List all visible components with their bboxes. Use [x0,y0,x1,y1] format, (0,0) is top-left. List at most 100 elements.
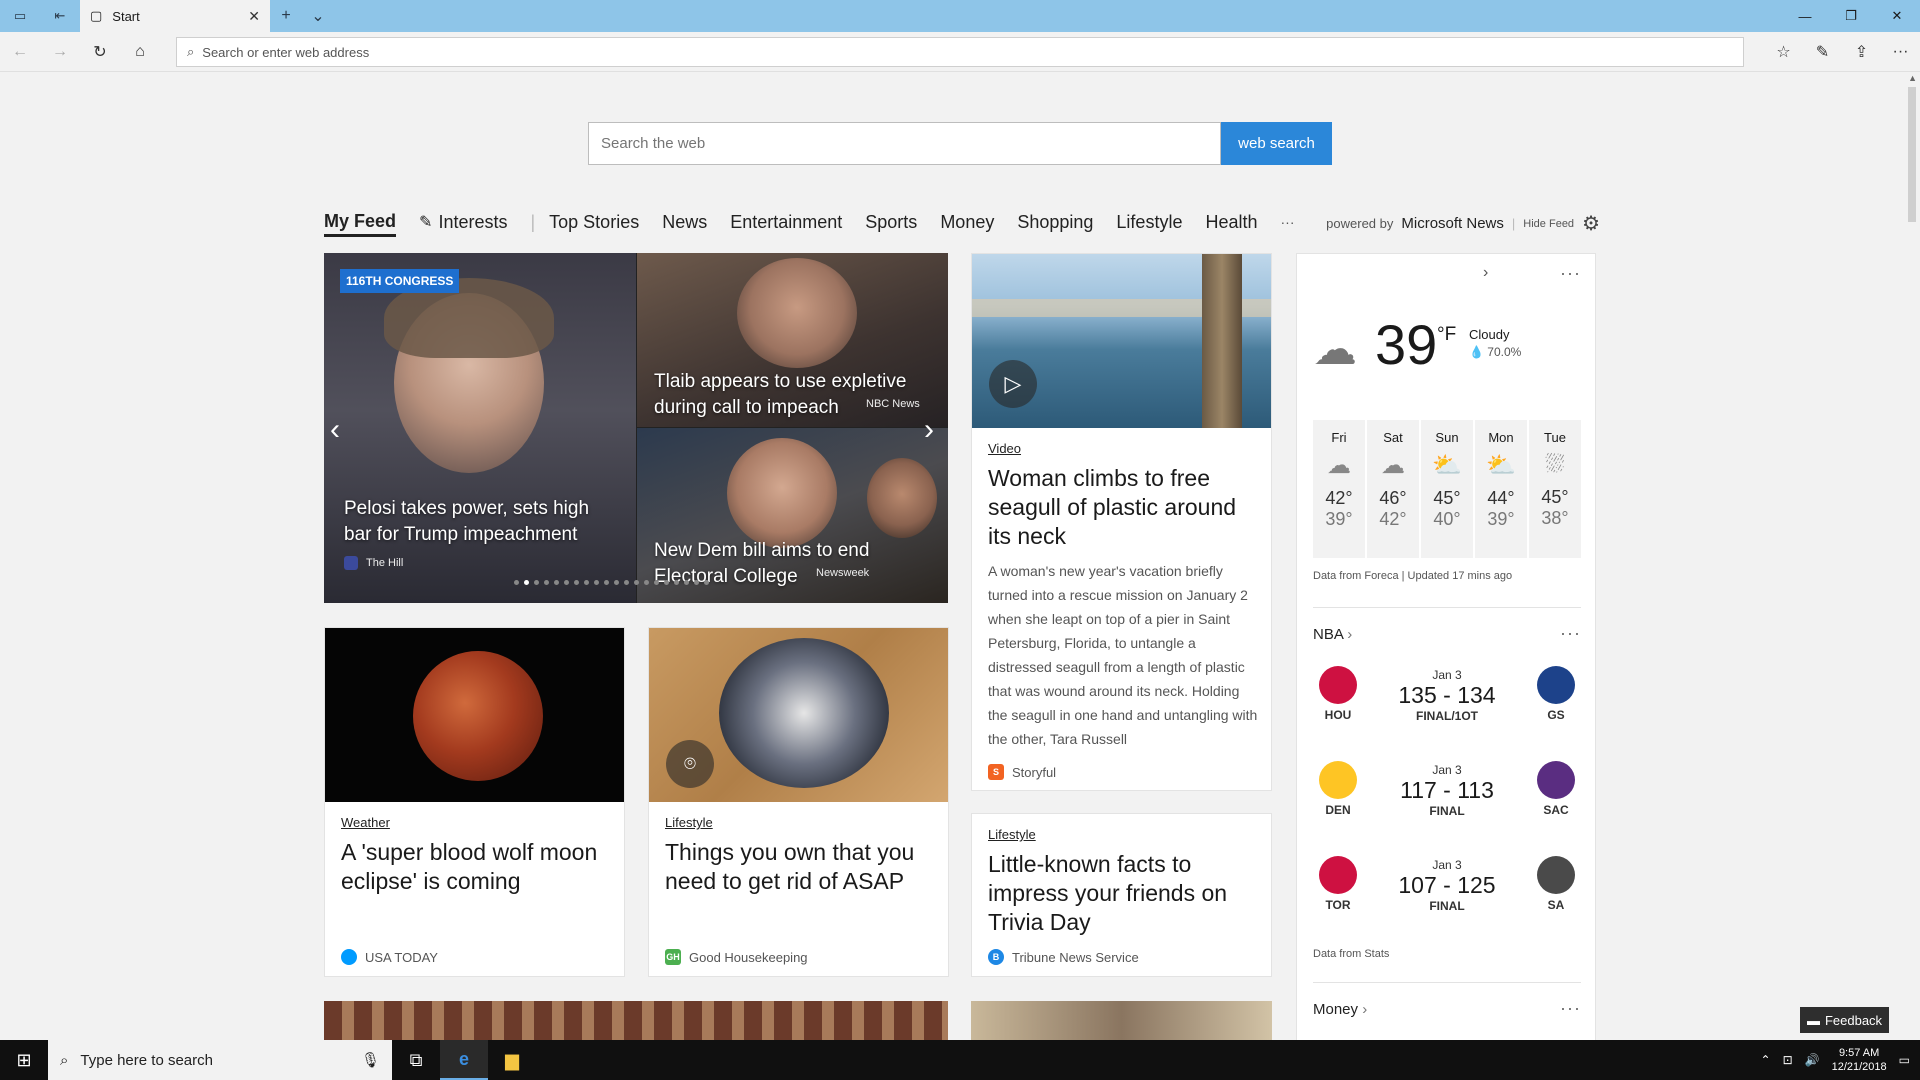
hero-top-title[interactable]: Tlaib appears to use expletive during ca… [654,369,914,421]
carousel-dot[interactable] [634,580,639,585]
volume-icon[interactable]: 🔊 [1805,1053,1820,1067]
carousel-dot[interactable] [594,580,599,585]
microsoft-news-link[interactable]: Microsoft News [1401,215,1504,232]
carousel-dot[interactable] [534,580,539,585]
away-team[interactable]: GS [1531,666,1581,722]
scroll-up-icon[interactable]: ▲ [1908,73,1917,83]
video-thumbnail-image[interactable]: ▷ [972,254,1271,428]
tab-lifestyle[interactable]: Lifestyle [1116,212,1182,233]
title-bar-drag-area[interactable] [334,0,1782,32]
home-team[interactable]: DEN [1313,761,1363,817]
notifications-icon[interactable]: ▭ [1899,1053,1910,1067]
back-icon[interactable]: ← [0,32,40,72]
card-category[interactable]: Lifestyle [988,827,1036,842]
hide-feed-link[interactable]: Hide Feed [1523,218,1574,230]
weather-more-icon[interactable]: ··· [1560,263,1581,284]
task-view-icon[interactable]: ⧉ [392,1040,440,1080]
carousel-dot[interactable] [604,580,609,585]
carousel-dots[interactable] [514,580,709,585]
article-card[interactable]: Weather A 'super blood wolf moon eclipse… [324,627,625,977]
show-hidden-icons-icon[interactable]: ⌃ [1761,1053,1771,1067]
tab-news[interactable]: News [662,212,707,233]
forecast-day[interactable]: Mon ⛅ 44° 39° [1475,420,1527,558]
carousel-dot[interactable] [564,580,569,585]
forecast-day[interactable]: Sat ☁ 46° 42° [1367,420,1419,558]
article-image-partial[interactable] [324,1001,948,1040]
home-team[interactable]: TOR [1313,856,1363,912]
forecast-day[interactable]: Sun ⛅ 45° 40° [1421,420,1473,558]
web-search-input[interactable] [588,122,1221,165]
microphone-icon[interactable]: 🎙 [361,1051,380,1069]
tab-money[interactable]: Money [940,212,994,233]
carousel-dot[interactable] [674,580,679,585]
gear-icon[interactable]: ⚙ [1582,211,1600,236]
nba-more-icon[interactable]: ··· [1560,623,1581,644]
carousel-prev-icon[interactable]: ‹ [330,413,340,447]
edge-browser-icon[interactable]: e [440,1040,488,1080]
tab-preview-chevron-icon[interactable]: ⌄ [302,0,334,32]
away-team[interactable]: SA [1531,856,1581,912]
refresh-icon[interactable]: ↻ [80,32,120,72]
tab-actions-icon[interactable]: ▭ [0,0,40,32]
game-score[interactable]: DEN Jan 3 117 - 113 FINAL SAC [1313,757,1581,837]
carousel-dot[interactable] [574,580,579,585]
address-bar[interactable]: ⌕ Search or enter web address [176,37,1744,67]
weather-next-icon[interactable]: › [1483,264,1488,282]
favorites-icon[interactable]: ☆ [1764,32,1803,72]
close-window-icon[interactable]: ✕ [1874,0,1920,32]
close-tab-icon[interactable]: ✕ [248,8,260,25]
play-icon[interactable]: ▷ [989,360,1037,408]
minimize-icon[interactable]: — [1782,0,1828,32]
forecast-day[interactable]: Fri ☁ 42° 39° [1313,420,1365,558]
restore-icon[interactable]: ❐ [1828,0,1874,32]
carousel-dot[interactable] [654,580,659,585]
more-options-icon[interactable]: ··· [1881,32,1920,72]
carousel-next-icon[interactable]: › [924,413,934,447]
carousel-dot[interactable] [624,580,629,585]
article-card[interactable]: Lifestyle Little-known facts to impress … [971,813,1272,977]
scroll-thumb[interactable] [1908,87,1916,222]
home-team[interactable]: HOU [1313,666,1363,722]
web-search-button[interactable]: web search [1221,122,1332,165]
set-aside-tabs-icon[interactable]: ⇤ [40,0,80,32]
carousel-dot[interactable] [684,580,689,585]
carousel-dot[interactable] [544,580,549,585]
card-title[interactable]: Woman climbs to free seagull of plastic … [988,464,1258,551]
hero-carousel[interactable]: 116TH CONGRESS Pelosi takes power, sets … [324,253,948,603]
tab-entertainment[interactable]: Entertainment [730,212,842,233]
more-tabs-button[interactable]: ··· [1281,214,1295,230]
scrollbar[interactable]: ▲ [1904,73,1920,1040]
tab-shopping[interactable]: Shopping [1017,212,1093,233]
carousel-dot[interactable] [694,580,699,585]
carousel-dot[interactable] [644,580,649,585]
file-explorer-icon[interactable]: ▆ [488,1040,536,1080]
forecast-day[interactable]: Tue ⛆ 45° 38° [1529,420,1581,558]
article-image-partial[interactable] [971,1001,1272,1040]
blood-moon-image[interactable] [325,628,624,802]
windows-start-icon[interactable]: ⊞ [0,1040,48,1080]
hero-main-image[interactable] [324,253,636,603]
carousel-dot[interactable] [584,580,589,585]
carousel-dot[interactable] [704,580,709,585]
feedback-button[interactable]: ▬ Feedback [1800,1007,1889,1033]
money-more-icon[interactable]: ··· [1560,998,1581,1019]
tab-health[interactable]: Health [1205,212,1257,233]
camera-icon[interactable]: ⌾ [666,740,714,788]
carousel-dot[interactable] [554,580,559,585]
carousel-dot[interactable] [524,580,529,585]
carousel-dot[interactable] [664,580,669,585]
carousel-dot[interactable] [614,580,619,585]
clock[interactable]: 9:57 AM 12/21/2018 [1832,1046,1887,1074]
card-category[interactable]: Weather [341,815,390,830]
nba-header[interactable]: NBA › [1313,626,1352,643]
pen-icon[interactable]: ✎ [1803,32,1842,72]
share-icon[interactable]: ⇪ [1842,32,1881,72]
tab-my-feed[interactable]: My Feed [324,211,397,237]
card-title[interactable]: Little-known facts to impress your frien… [988,850,1263,937]
tab-interests[interactable]: Interests [438,212,507,233]
network-icon[interactable]: ⊡ [1783,1053,1793,1067]
forward-icon[interactable]: → [40,32,80,72]
article-card[interactable]: ⌾ Lifestyle Things you own that you need… [648,627,949,977]
tab-sports[interactable]: Sports [865,212,917,233]
browser-tab[interactable]: ▢ Start ✕ [80,0,270,32]
